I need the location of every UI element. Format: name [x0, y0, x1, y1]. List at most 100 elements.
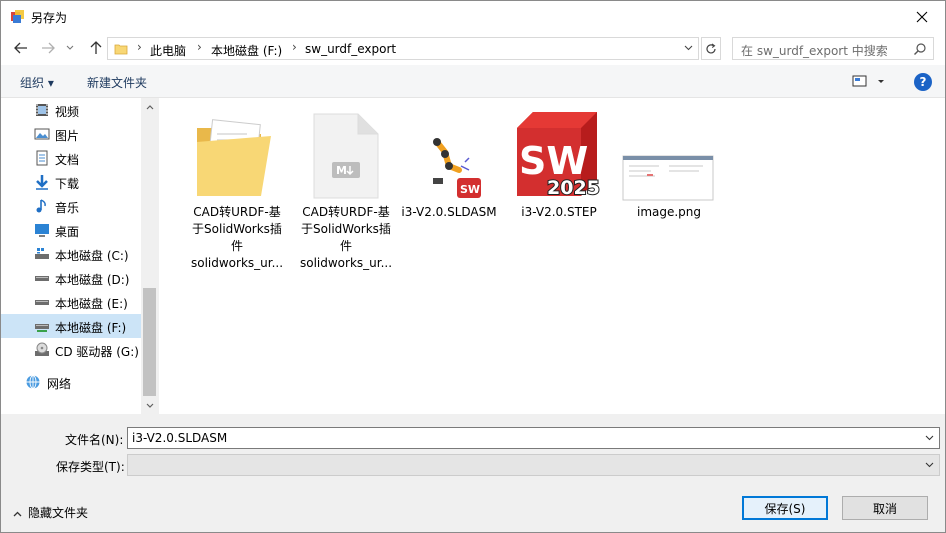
sidebar-item-cd-drive-g[interactable]: CD 驱动器 (G:): [1, 338, 141, 362]
file-name-line: CAD转URDF-基: [193, 205, 281, 219]
address-dropdown-button[interactable]: [681, 40, 695, 56]
breadcrumb-separator-icon: ›: [197, 40, 202, 54]
documents-icon: [36, 150, 48, 166]
sidebar-item-drive-d[interactable]: 本地磁盘 (D:): [1, 266, 141, 290]
sidebar-item-label: 下载: [55, 177, 80, 191]
close-button[interactable]: [899, 1, 945, 32]
change-view-button[interactable]: [849, 73, 891, 91]
windows-drive-icon: [35, 248, 49, 259]
sidebar-scrollbar[interactable]: [141, 98, 158, 414]
breadcrumb-current-folder[interactable]: sw_urdf_export: [305, 42, 396, 56]
close-icon: [916, 11, 928, 22]
network-drive-icon: [35, 324, 49, 332]
sidebar-item-label: 本地磁盘 (D:): [55, 273, 130, 287]
solidworks-2025-icon: SW 2025: [509, 108, 609, 204]
file-name-line: 于SolidWorks插: [192, 222, 282, 236]
sw-year: 2025: [547, 177, 600, 199]
file-item-label: image.png: [619, 204, 719, 221]
file-name-line: i3-V2.0.STEP: [521, 205, 597, 219]
file-item-markdown[interactable]: M CAD转URDF-基 于SolidWorks插 件 solidworks_u…: [296, 108, 396, 272]
sidebar-item-downloads[interactable]: 下载: [1, 170, 141, 194]
sidebar-item-drive-c[interactable]: 本地磁盘 (C:): [1, 242, 141, 266]
sidebar-item-drive-e[interactable]: 本地磁盘 (E:): [1, 290, 141, 314]
chevron-down-icon: [684, 45, 692, 51]
window-title: 另存为: [31, 11, 68, 25]
filename-dropdown-button[interactable]: [922, 431, 936, 445]
file-item-folder[interactable]: CAD转URDF-基 于SolidWorks插 件 solidworks_ur.…: [187, 108, 287, 272]
new-folder-button[interactable]: 新建文件夹: [87, 74, 147, 91]
markdown-file-icon: M: [296, 108, 396, 204]
back-arrow-icon: [14, 42, 27, 54]
sidebar-item-pictures[interactable]: 图片: [1, 122, 141, 146]
hide-folders-toggle[interactable]: 隐藏文件夹: [13, 504, 88, 521]
file-item-image[interactable]: image.png: [619, 108, 719, 221]
sldasm-robot-icon: SW: [399, 108, 499, 204]
sidebar-item-videos[interactable]: 视频: [1, 98, 141, 122]
scroll-up-button[interactable]: [141, 98, 158, 115]
scrollbar-thumb[interactable]: [143, 288, 156, 396]
sidebar-item-label: 本地磁盘 (E:): [55, 297, 128, 311]
recent-locations-button[interactable]: [63, 38, 77, 58]
sidebar-item-label: 视频: [55, 105, 80, 119]
sidebar-item-documents[interactable]: 文档: [1, 146, 141, 170]
chevron-down-icon: [925, 435, 933, 441]
file-item-label: i3-V2.0.SLDASM: [399, 204, 499, 221]
drive-icon: [35, 300, 49, 305]
refresh-button[interactable]: [701, 37, 721, 60]
svg-text:SW: SW: [460, 183, 480, 196]
file-item-sldasm[interactable]: SW i3-V2.0.SLDASM: [399, 108, 499, 221]
filename-field[interactable]: i3-V2.0.SLDASM: [127, 427, 940, 449]
title-bar: 另存为: [1, 1, 945, 32]
organize-menu[interactable]: 组织 ▾: [20, 74, 54, 91]
save-button[interactable]: 保存(S): [742, 496, 828, 520]
hide-folders-label: 隐藏文件夹: [28, 506, 89, 520]
breadcrumb-this-pc[interactable]: 此电脑: [150, 42, 186, 59]
save-dialog-icon: [11, 10, 24, 23]
help-button[interactable]: ?: [914, 73, 932, 91]
sidebar-item-network[interactable]: 网络: [1, 370, 141, 394]
filename-value: i3-V2.0.SLDASM: [132, 431, 228, 445]
filetype-label: 保存类型(T):: [56, 460, 125, 474]
music-icon: [36, 199, 46, 213]
folder-icon: [114, 44, 128, 55]
command-toolbar: 组织 ▾ 新建文件夹 ?: [1, 65, 945, 98]
file-item-label: CAD转URDF-基 于SolidWorks插 件 solidworks_ur.…: [187, 204, 287, 272]
sidebar-item-desktop[interactable]: 桌面: [1, 218, 141, 242]
back-button[interactable]: [10, 38, 32, 58]
desktop-icon: [35, 224, 49, 237]
save-options-panel: 文件名(N): i3-V2.0.SLDASM 保存类型(T): 隐藏文件夹 保存…: [1, 414, 945, 532]
filetype-dropdown-button[interactable]: [922, 458, 936, 472]
chevron-down-icon: [66, 45, 74, 50]
navigation-tree: 视频 图片 文档 下载 音乐 桌面 本地磁盘 (C:) 本地磁盘 (D:) 本地…: [1, 98, 141, 414]
video-icon: [36, 104, 48, 116]
cancel-button[interactable]: 取消: [842, 496, 928, 520]
chevron-down-icon: [146, 403, 153, 408]
scroll-down-button[interactable]: [141, 397, 158, 414]
view-options-icon: [852, 75, 884, 87]
folder-icon: [187, 108, 287, 204]
sidebar-item-music[interactable]: 音乐: [1, 194, 141, 218]
sidebar-item-drive-f[interactable]: 本地磁盘 (F:): [1, 314, 141, 338]
chevron-up-icon: [13, 511, 22, 517]
search-box[interactable]: 在 sw_urdf_export 中搜索: [732, 37, 934, 60]
forward-button[interactable]: [37, 38, 59, 58]
navigation-bar: › 此电脑 › 本地磁盘 (F:) › sw_urdf_export 在 sw_…: [1, 32, 945, 65]
chevron-up-icon: [146, 104, 153, 109]
sidebar-item-label: 桌面: [55, 225, 80, 239]
file-name-line: i3-V2.0.SLDASM: [401, 205, 497, 219]
file-name-line: 件: [230, 239, 243, 253]
file-name-line: 于SolidWorks插: [301, 222, 391, 236]
file-item-step[interactable]: SW 2025 i3-V2.0.STEP: [509, 108, 609, 221]
sidebar-item-label: 图片: [55, 129, 80, 143]
save-as-dialog: 另存为 › 此电脑 › 本地磁盘 (F:) › sw_urdf_export 在…: [0, 0, 946, 533]
navigation-pane: 视频 图片 文档 下载 音乐 桌面 本地磁盘 (C:) 本地磁盘 (D:) 本地…: [1, 98, 158, 414]
breadcrumb-drive-f[interactable]: 本地磁盘 (F:): [211, 42, 282, 59]
up-button[interactable]: [85, 38, 107, 58]
file-name-line: solidworks_ur...: [299, 256, 393, 270]
filetype-select[interactable]: [127, 454, 940, 476]
address-bar[interactable]: › 此电脑 › 本地磁盘 (F:) › sw_urdf_export: [107, 37, 699, 60]
search-icon: [914, 43, 926, 55]
file-name-line: 件: [339, 239, 352, 253]
file-item-label: i3-V2.0.STEP: [509, 204, 609, 221]
filename-label: 文件名(N):: [65, 433, 124, 447]
